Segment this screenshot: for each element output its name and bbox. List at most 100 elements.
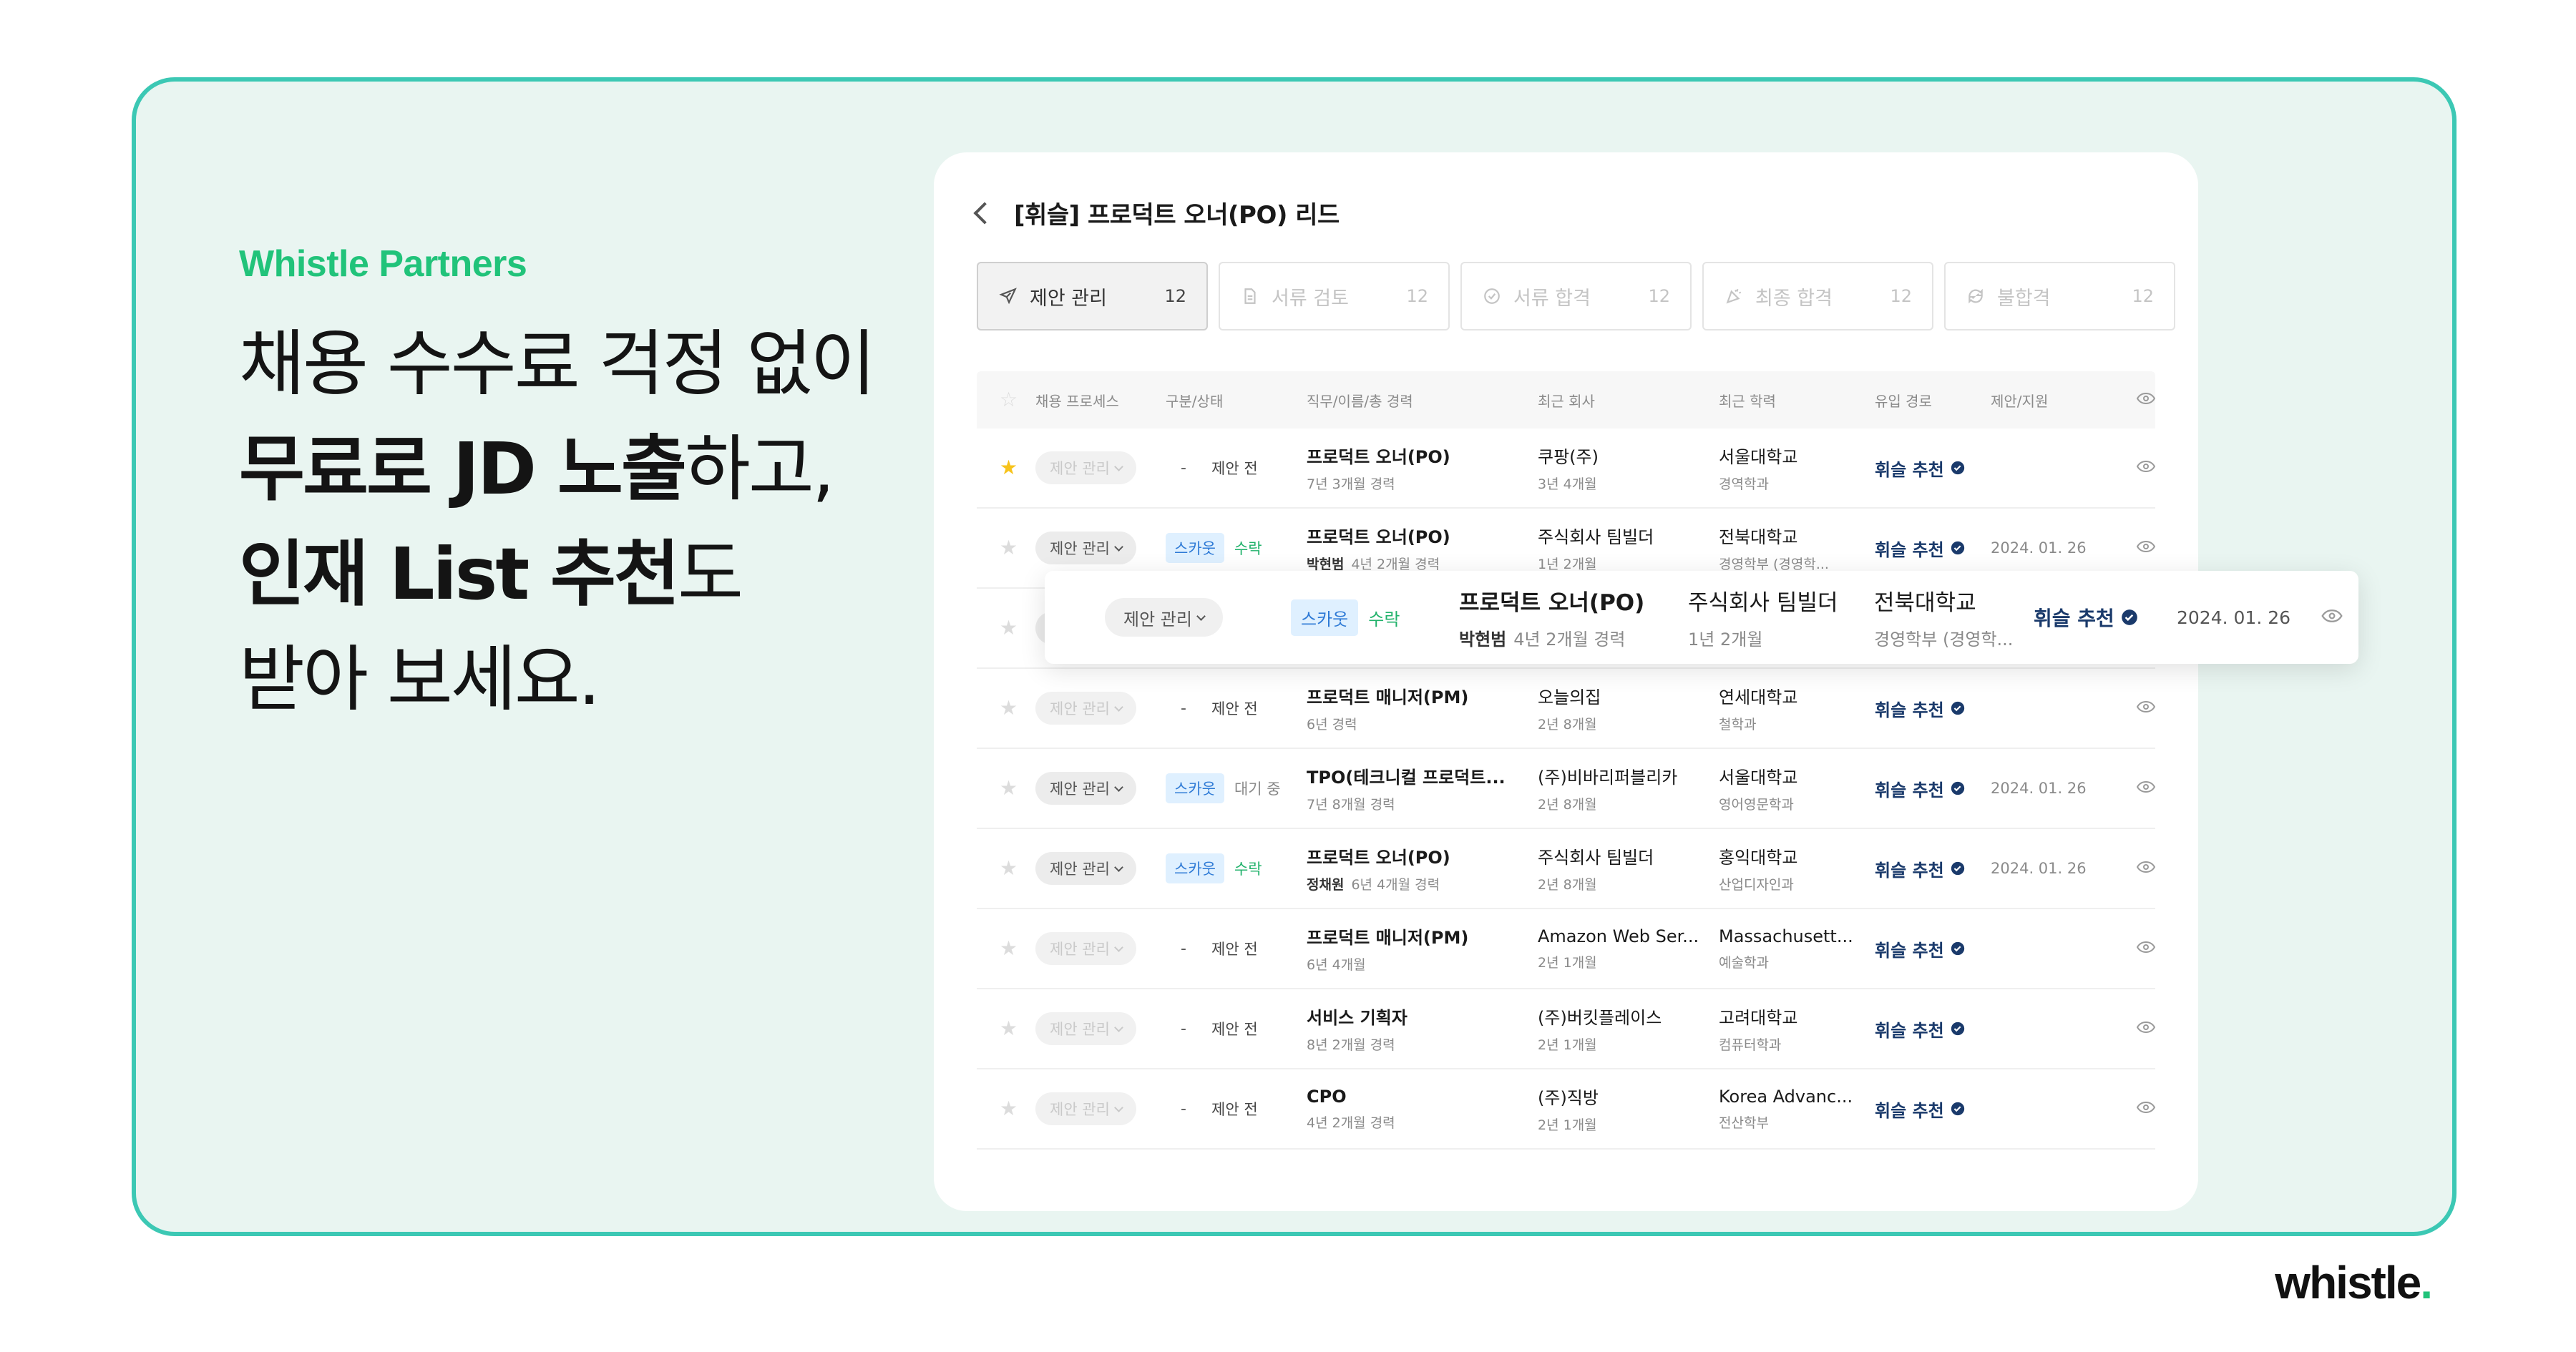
tab-document-pass[interactable]: 서류 합격 12 xyxy=(1460,262,1692,330)
status-dash: - xyxy=(1181,699,1186,717)
school-name: 서울대학교 xyxy=(1719,447,1798,467)
star-icon[interactable]: ★ xyxy=(1000,538,1018,558)
status-text: 수락 xyxy=(1368,609,1400,630)
tab-label: 최종 합격 xyxy=(1755,287,1833,310)
major: 경영학부 (경영학... xyxy=(1719,557,1829,572)
major: 경역학과 xyxy=(1719,476,1769,492)
education-cell: 연세대학교 철학과 xyxy=(1719,683,1875,733)
company-name: 오늘의집 xyxy=(1538,687,1601,707)
source-text: 휘슬 추천 xyxy=(1875,539,1944,560)
star-icon[interactable]: ★ xyxy=(1000,1099,1018,1119)
company-tenure: 2년 8개월 xyxy=(1538,717,1597,733)
process-dropdown[interactable]: 제안 관리 xyxy=(1035,532,1136,564)
school-name: 홍익대학교 xyxy=(1719,848,1798,868)
table-row[interactable]: ★ 제안 관리 - 제안 전 프로덕트 매니저(PM) 6년 4개월 Amazon Web … xyxy=(977,909,2155,989)
education-cell: 서울대학교 영어영문학과 xyxy=(1719,763,1875,813)
source-cell: 휘슬 추천 xyxy=(1875,1097,1991,1122)
star-icon[interactable]: ★ xyxy=(1000,1019,1018,1039)
tab-count: 12 xyxy=(1406,286,1428,306)
company-cell: 주식회사 팀빌더 1년 2개월 xyxy=(1688,584,1874,650)
eye-icon[interactable] xyxy=(2136,700,2155,716)
candidate-name: 박현범 xyxy=(1307,557,1345,572)
candidate-experience: 7년 3개월 경력 xyxy=(1307,476,1395,492)
source-text: 휘슬 추천 xyxy=(2034,607,2114,630)
back-chevron-icon[interactable] xyxy=(973,201,996,225)
job-title: 프로덕트 오너(PO) xyxy=(1307,447,1450,467)
status-cell: - 제안 전 xyxy=(1166,457,1307,479)
process-label: 제안 관리 xyxy=(1050,941,1110,958)
tab-label: 불합격 xyxy=(1997,287,2051,310)
status-text: 수락 xyxy=(1234,861,1262,878)
star-icon[interactable]: ★ xyxy=(1000,618,1018,638)
process-dropdown[interactable]: 제안 관리 xyxy=(1035,1012,1136,1045)
process-label: 제안 관리 xyxy=(1123,609,1192,630)
eye-icon[interactable] xyxy=(2136,540,2155,556)
whistle-logo: whistle. xyxy=(2275,1256,2433,1309)
candidate-experience: 8년 2개월 경력 xyxy=(1307,1037,1395,1053)
process-dropdown[interactable]: 제안 관리 xyxy=(1035,932,1136,965)
header-company: 최근 회사 xyxy=(1538,392,1595,410)
star-outline-icon[interactable]: ☆ xyxy=(1000,390,1018,410)
table-row[interactable]: ★ 제안 관리 - 제안 전 프로덕트 매니저(PM) 6년 경력 오늘의집 2년 8개월 연세… xyxy=(977,669,2155,749)
company-tenure: 2년 1개월 xyxy=(1538,1037,1597,1053)
tab-count: 12 xyxy=(1164,286,1186,306)
star-icon[interactable]: ★ xyxy=(1000,939,1018,959)
star-icon[interactable]: ★ xyxy=(1000,778,1018,798)
process-dropdown[interactable]: 제안 관리 xyxy=(1035,692,1136,725)
logo-dot: . xyxy=(2420,1257,2433,1308)
star-filled-icon[interactable]: ★ xyxy=(1000,458,1018,478)
star-icon[interactable]: ★ xyxy=(1000,698,1018,718)
date-cell: 2024. 01. 26 xyxy=(1991,780,2111,797)
process-dropdown[interactable]: 제안 관리 xyxy=(1035,772,1136,805)
eye-icon[interactable] xyxy=(2136,1021,2155,1037)
verified-badge-icon xyxy=(1951,701,1964,715)
chevron-down-icon xyxy=(1114,1102,1123,1112)
scout-badge: 스카웃 xyxy=(1291,599,1359,636)
eye-icon[interactable] xyxy=(2136,941,2155,956)
tab-offer-management[interactable]: 제안 관리 12 xyxy=(977,262,1208,330)
status-cell: - 제안 전 xyxy=(1166,697,1307,719)
status-cell: 스카웃 수락 xyxy=(1291,599,1459,636)
table-row[interactable]: ★ 제안 관리 스카웃 수락 프로덕트 오너(PO) 정채원 6년 4개월 경력 주식회사 팀… xyxy=(977,829,2155,909)
school-name: 전북대학교 xyxy=(1719,527,1798,547)
process-label: 제안 관리 xyxy=(1050,1101,1110,1118)
job-cell: 프로덕트 매니저(PM) 6년 4개월 xyxy=(1307,924,1538,974)
process-cell: 제안 관리 xyxy=(1035,772,1166,805)
status-dash: - xyxy=(1181,1019,1186,1038)
school-name: Massachusett... xyxy=(1719,926,1853,946)
eye-icon[interactable] xyxy=(2321,609,2343,626)
process-dropdown[interactable]: 제안 관리 xyxy=(1035,852,1136,885)
school-name: 고려대학교 xyxy=(1719,1008,1798,1028)
candidate-name: 정채원 xyxy=(1307,877,1345,893)
job-title: 프로덕트 매니저(PM) xyxy=(1307,687,1469,707)
process-dropdown[interactable]: 제안 관리 xyxy=(1105,598,1223,637)
table-row[interactable]: ★ 제안 관리 - 제안 전 프로덕트 오너(PO) 7년 3개월 경력 쿠팡(주) 3년 4… xyxy=(977,428,2155,509)
stage-tabs: 제안 관리 12 서류 검토 12 서류 합격 12 최종 합격 12 불합격 … xyxy=(977,262,2175,330)
process-label: 제안 관리 xyxy=(1050,540,1110,557)
status-text: 제안 전 xyxy=(1211,700,1258,717)
chevron-down-icon xyxy=(1114,542,1123,552)
verified-badge-icon xyxy=(1951,1022,1964,1036)
table-row[interactable]: ★ 제안 관리 - 제안 전 CPO 4년 2개월 경력 (주)직방 2년 1개월 Korea … xyxy=(977,1069,2155,1150)
table-row[interactable]: ★ 제안 관리 스카웃 대기 중 TPO(테크니컬 프로덕트... 7년 8개월 경력 (주… xyxy=(977,749,2155,829)
eye-icon[interactable] xyxy=(2136,1101,2155,1117)
process-dropdown[interactable]: 제안 관리 xyxy=(1035,1092,1136,1125)
table-row[interactable]: ★ 제안 관리 - 제안 전 서비스 기획자 8년 2개월 경력 (주)버킷플레이스 2년 1… xyxy=(977,989,2155,1069)
company-name: 주식회사 팀빌더 xyxy=(1538,527,1654,547)
headline-line-2-bold: 무료로 JD 노출 xyxy=(239,427,687,511)
school-name: 전북대학교 xyxy=(1874,590,1976,616)
candidate-experience: 6년 4개월 xyxy=(1307,957,1366,973)
process-dropdown[interactable]: 제안 관리 xyxy=(1035,451,1136,484)
eye-icon[interactable] xyxy=(2136,861,2155,876)
company-name: (주)직방 xyxy=(1538,1088,1599,1108)
eye-icon[interactable] xyxy=(2136,460,2155,476)
company-tenure: 2년 8개월 xyxy=(1538,797,1597,813)
highlighted-candidate-row[interactable]: ★ 제안 관리 스카웃 수락 프로덕트 오너(PO) 박현범4년 2개월 경력 … xyxy=(1045,571,2358,664)
source-cell: 휘슬 추천 xyxy=(1875,776,1991,801)
tab-document-review[interactable]: 서류 검토 12 xyxy=(1219,262,1450,330)
tab-rejected[interactable]: 불합격 12 xyxy=(1944,262,2175,330)
eye-icon[interactable] xyxy=(2136,780,2155,796)
star-icon[interactable]: ★ xyxy=(1000,858,1018,878)
major: 경영학부 (경영학... xyxy=(1874,630,2014,650)
tab-final-pass[interactable]: 최종 합격 12 xyxy=(1702,262,1933,330)
